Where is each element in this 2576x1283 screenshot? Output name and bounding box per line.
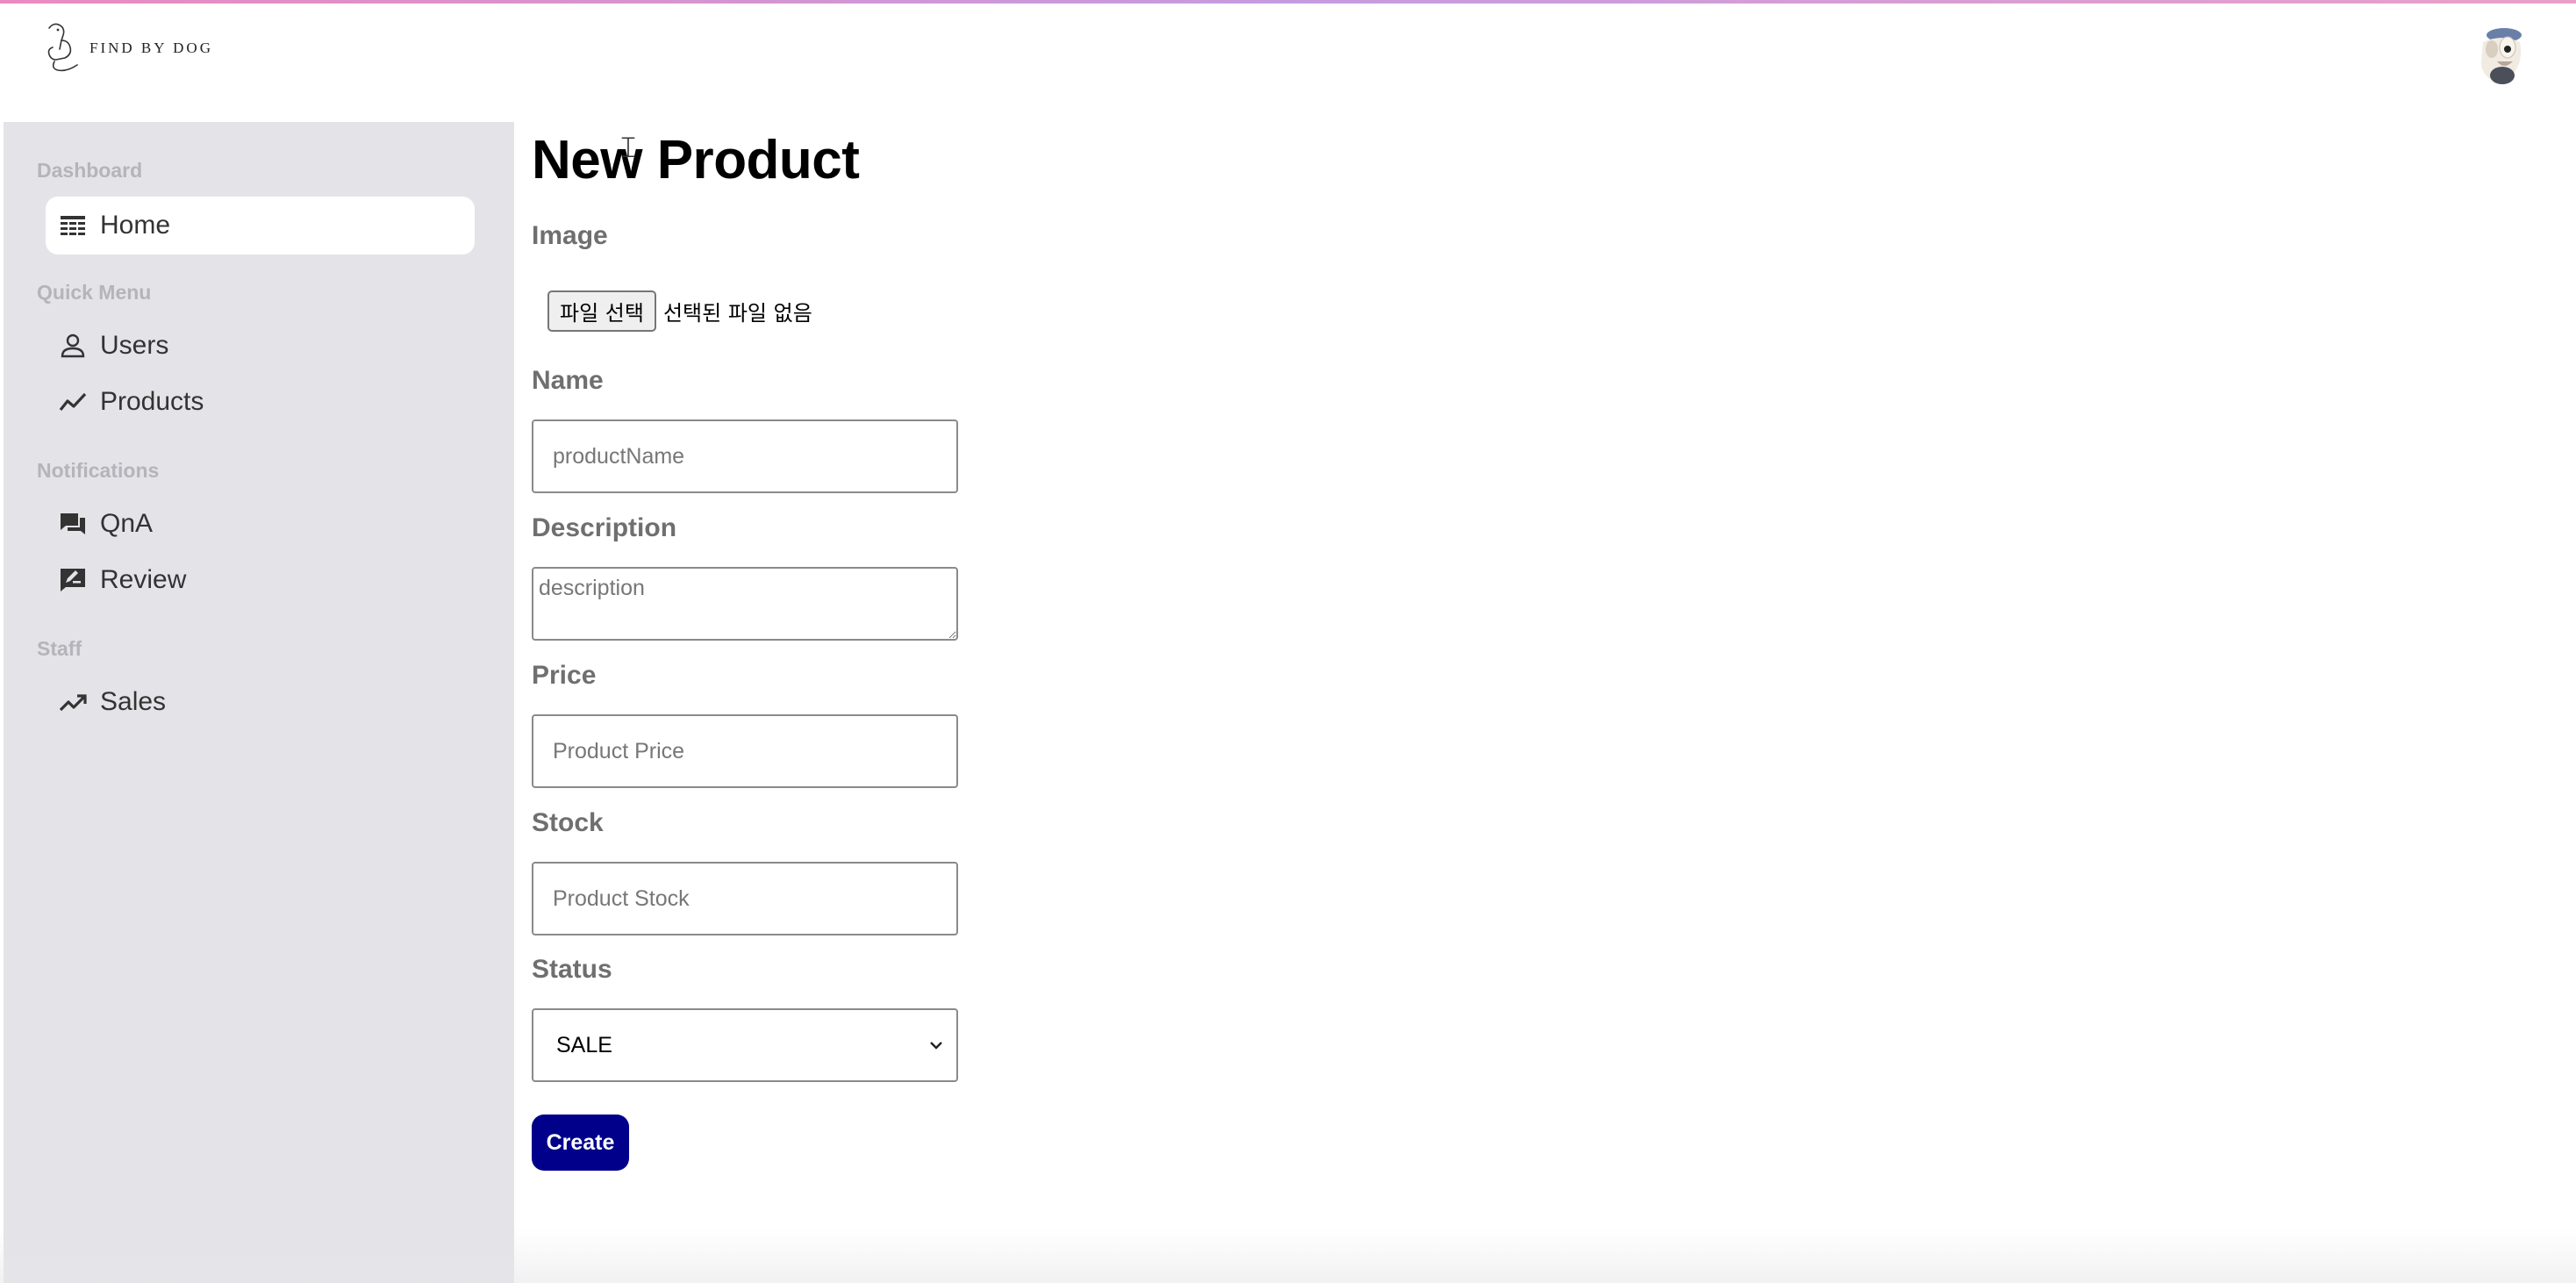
status-select[interactable]: SALE [532, 1008, 958, 1082]
chevron-down-icon [930, 1042, 942, 1050]
table-icon [58, 211, 88, 240]
product-stock-input[interactable] [532, 862, 958, 935]
text-cursor-icon: 𝙸 [618, 131, 639, 164]
brand-logo[interactable]: FIND BY DOG [42, 19, 213, 72]
person-icon [58, 331, 88, 361]
choose-file-button[interactable]: 파일 선택 [547, 290, 656, 332]
trending-up-icon [58, 687, 88, 717]
file-status-text: 선택된 파일 없음 [662, 301, 812, 326]
sidebar-item-label: Products [100, 387, 204, 416]
image-file-picker: 파일 선택 선택된 파일 없음 [547, 290, 812, 332]
dog-logo-icon [47, 23, 78, 72]
brand-name: FIND BY DOG [89, 39, 213, 56]
sidebar-item-sales[interactable]: Sales [46, 673, 475, 731]
name-label: Name [532, 366, 604, 395]
sidebar-item-review[interactable]: Review [46, 551, 475, 609]
product-name-input[interactable] [532, 419, 958, 493]
sidebar-section-staff: Staff [37, 637, 82, 660]
trend-line-icon [58, 387, 88, 417]
image-label: Image [532, 221, 608, 250]
product-price-input[interactable] [532, 714, 958, 788]
sidebar-item-label: Users [100, 331, 169, 360]
page-title: New Product [532, 130, 860, 190]
create-button[interactable]: Create [532, 1115, 629, 1171]
user-avatar[interactable] [2467, 23, 2536, 91]
sidebar-item-users[interactable]: Users [46, 317, 475, 375]
sidebar: Dashboard Home Quick Menu Users Products… [0, 122, 514, 1283]
main-content: New Product 𝙸 Image 파일 선택 선택된 파일 없음 Name… [514, 122, 2576, 1283]
sidebar-item-qna[interactable]: QnA [46, 495, 475, 553]
sidebar-item-label: Review [100, 565, 187, 594]
top-bar: FIND BY DOG [0, 4, 2576, 122]
sidebar-item-label: QnA [100, 509, 154, 538]
status-label: Status [532, 955, 612, 984]
sidebar-item-products[interactable]: Products [46, 373, 475, 431]
sidebar-item-label: Home [100, 211, 171, 240]
status-selected-value: SALE [556, 1032, 612, 1057]
sidebar-section-notifications: Notifications [37, 459, 160, 482]
stock-label: Stock [532, 808, 604, 837]
sidebar-item-home[interactable]: Home [46, 197, 475, 254]
price-label: Price [532, 661, 597, 690]
avatar-icon [2481, 28, 2522, 84]
sidebar-section-quick-menu: Quick Menu [37, 281, 152, 304]
review-edit-icon [58, 565, 88, 595]
chat-bubbles-icon [58, 509, 88, 539]
description-label: Description [532, 513, 677, 542]
sidebar-item-label: Sales [100, 687, 167, 716]
description-textarea[interactable] [532, 567, 958, 641]
sidebar-section-dashboard: Dashboard [37, 159, 143, 182]
